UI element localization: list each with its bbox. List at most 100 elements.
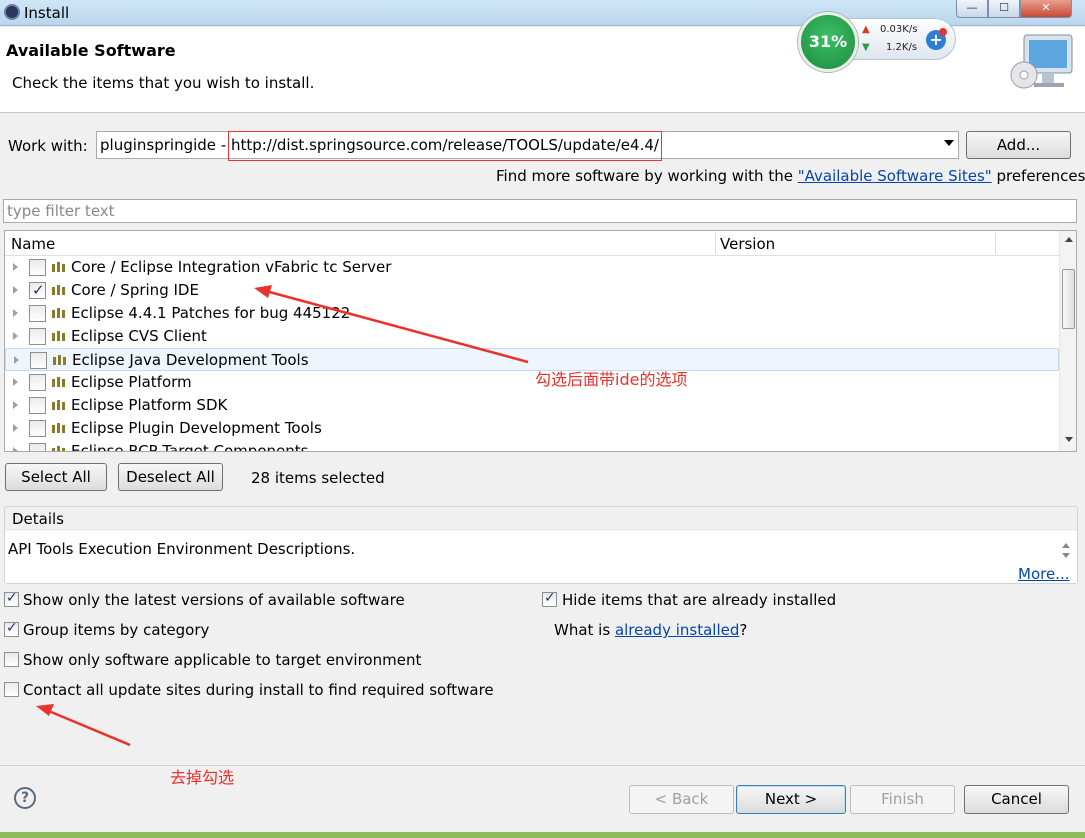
tree-row-checkbox[interactable]: [29, 328, 46, 345]
column-header-version[interactable]: Version: [720, 235, 775, 253]
available-software-sites-link[interactable]: "Available Software Sites": [798, 167, 992, 185]
column-divider[interactable]: [715, 233, 716, 254]
tree-header: Name Version: [5, 231, 1059, 256]
page-title: Available Software: [6, 41, 176, 60]
tree-row-checkbox[interactable]: [29, 305, 46, 322]
tree-row-label: Eclipse 4.4.1 Patches for bug 445122: [71, 304, 351, 322]
network-speed-widget[interactable]: 31% ▲ 0.03K/s ▼ 1.2K/s +: [798, 12, 956, 72]
category-icon: [51, 421, 67, 435]
what-is-prefix: What is: [554, 621, 615, 639]
category-icon: [52, 353, 68, 367]
upload-arrow-icon: ▲: [862, 24, 870, 35]
hide-installed-checkbox[interactable]: [542, 590, 557, 607]
annotation-arrowhead: [36, 704, 54, 716]
finish-button[interactable]: Finish: [850, 785, 955, 814]
url-annotation-box: [228, 131, 662, 161]
page-subtitle: Check the items that you wish to install…: [12, 74, 315, 92]
contact-update-sites-label: Contact all update sites during install …: [23, 681, 494, 699]
expand-arrow-icon[interactable]: [13, 424, 18, 432]
more-link[interactable]: More...: [1018, 565, 1070, 583]
details-box: API Tools Execution Environment Descript…: [5, 531, 1077, 583]
hide-installed-label: Hide items that are already installed: [562, 591, 837, 609]
scroll-down-icon[interactable]: [1062, 553, 1070, 558]
scroll-down-icon[interactable]: [1065, 437, 1073, 442]
scrollbar-thumb[interactable]: [1062, 269, 1075, 329]
category-icon: [51, 306, 67, 320]
expand-arrow-icon[interactable]: [13, 378, 18, 386]
what-is-installed-text: What is already installed?: [554, 621, 747, 639]
maximize-button[interactable]: ☐: [988, 0, 1020, 18]
deselect-all-button[interactable]: Deselect All: [118, 463, 223, 491]
contact-update-sites-checkbox[interactable]: [4, 682, 19, 697]
tree-row-checkbox[interactable]: [30, 352, 47, 369]
upload-speed: 0.03K/s: [880, 24, 918, 35]
details-label: Details: [12, 510, 65, 528]
help-icon[interactable]: ?: [14, 787, 36, 809]
expand-arrow-icon[interactable]: [13, 309, 18, 317]
tree-row-checkbox[interactable]: [29, 259, 46, 276]
download-arrow-icon: ▼: [862, 42, 870, 53]
tree-row[interactable]: Eclipse CVS Client: [5, 325, 1059, 348]
expand-arrow-icon[interactable]: [13, 263, 18, 271]
next-button[interactable]: Next >: [736, 785, 846, 814]
tree-row-label: Eclipse Java Development Tools: [72, 351, 309, 369]
tree-row-label: Eclipse RCP Target Components: [71, 442, 309, 452]
minimize-button[interactable]: —: [956, 0, 988, 18]
find-more-prefix: Find more software by working with the: [496, 167, 798, 185]
tree-row[interactable]: Eclipse RCP Target Components: [5, 440, 1059, 452]
scroll-up-icon[interactable]: [1062, 543, 1070, 548]
expand-arrow-icon[interactable]: [13, 332, 18, 340]
cancel-button[interactable]: Cancel: [964, 785, 1069, 814]
tree-row[interactable]: Eclipse Platform SDK: [5, 394, 1059, 417]
tree-row[interactable]: Eclipse Platform: [5, 371, 1059, 394]
group-by-category-label: Group items by category: [23, 621, 210, 639]
what-is-suffix: ?: [739, 621, 748, 639]
tree-scrollbar[interactable]: [1059, 231, 1076, 451]
category-icon: [51, 398, 67, 412]
tree-row-checkbox[interactable]: [29, 374, 46, 391]
tree-row[interactable]: Eclipse Plugin Development Tools: [5, 417, 1059, 440]
tree-row-checkbox[interactable]: [29, 397, 46, 414]
category-icon: [51, 375, 67, 389]
tree-row[interactable]: Core / Eclipse Integration vFabric tc Se…: [5, 256, 1059, 279]
target-environment-checkbox[interactable]: [4, 652, 19, 667]
eclipse-app-icon: [4, 4, 20, 20]
tree-row-checkbox[interactable]: [29, 443, 46, 451]
tree-row[interactable]: Eclipse Java Development Tools: [5, 348, 1059, 371]
filter-input[interactable]: [3, 199, 1077, 223]
scroll-up-icon[interactable]: [1065, 237, 1073, 242]
footer-divider: [0, 765, 1085, 766]
back-button[interactable]: < Back: [629, 785, 734, 814]
details-group: Details API Tools Execution Environment …: [4, 506, 1078, 584]
tree-row-label: Eclipse Platform: [71, 373, 192, 391]
already-installed-link[interactable]: already installed: [615, 621, 739, 639]
latest-versions-checkbox[interactable]: [4, 590, 19, 607]
window-title: Install: [24, 4, 70, 22]
category-icon: [51, 444, 67, 451]
tree-row-checkbox[interactable]: [29, 281, 46, 299]
close-button[interactable]: ✕: [1020, 0, 1072, 18]
expand-arrow-icon[interactable]: [13, 401, 18, 409]
tree-row[interactable]: Core / Spring IDE: [5, 279, 1059, 302]
expand-arrow-icon[interactable]: [14, 356, 19, 364]
details-text: API Tools Execution Environment Descript…: [8, 540, 356, 558]
category-icon: [51, 283, 67, 297]
column-header-name[interactable]: Name: [11, 235, 55, 253]
expand-arrow-icon[interactable]: [13, 286, 18, 294]
latest-versions-label: Show only the latest versions of availab…: [23, 591, 405, 609]
add-site-button[interactable]: Add...: [966, 131, 1071, 159]
chevron-down-icon[interactable]: [944, 140, 954, 146]
target-environment-label: Show only software applicable to target …: [23, 651, 422, 669]
expand-arrow-icon[interactable]: [13, 447, 18, 451]
items-selected-count: 28 items selected: [251, 469, 385, 487]
ide-annotation-note: 勾选后面带ide的选项: [535, 370, 688, 389]
tree-row-checkbox[interactable]: [29, 420, 46, 437]
software-tree: Name Version Core / Eclipse Integration …: [4, 230, 1077, 452]
column-divider[interactable]: [995, 233, 996, 254]
group-by-category-checkbox[interactable]: [4, 620, 19, 637]
tree-row[interactable]: Eclipse 4.4.1 Patches for bug 445122: [5, 302, 1059, 325]
tree-row-label: Eclipse CVS Client: [71, 327, 207, 345]
select-all-button[interactable]: Select All: [5, 463, 107, 491]
category-icon: [51, 329, 67, 343]
uncheck-annotation-note: 去掉勾选: [170, 768, 235, 787]
